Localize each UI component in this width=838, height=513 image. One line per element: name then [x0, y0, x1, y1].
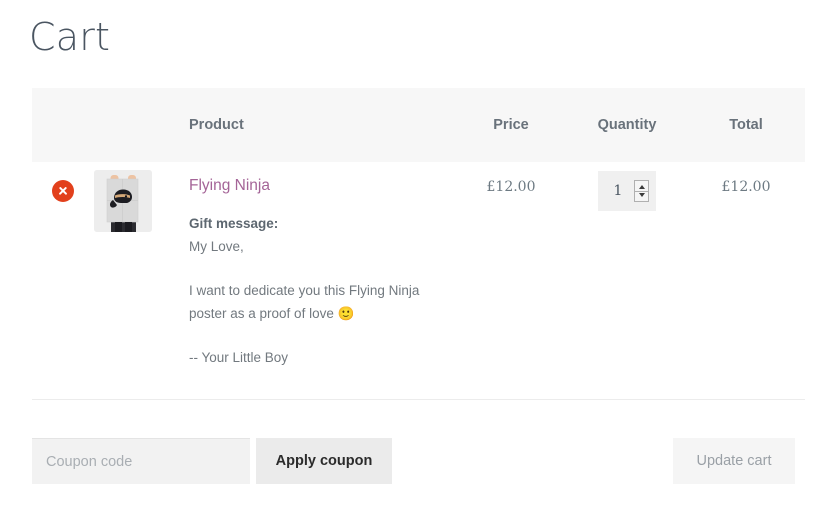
- page-title: Cart: [29, 15, 111, 59]
- flying-ninja-poster-icon: [94, 170, 152, 232]
- quantity-stepper[interactable]: [598, 171, 656, 211]
- cart-table: Product Price Quantity Total Flying Ninj…: [32, 88, 805, 400]
- column-header-thumbnail: [94, 88, 187, 162]
- quantity-decrement-icon[interactable]: [638, 193, 645, 197]
- cart-table-body: Flying Ninja Gift message: My Love, I wa…: [32, 162, 805, 400]
- column-header-price: Price: [455, 88, 567, 162]
- cell-product: Flying Ninja Gift message: My Love, I wa…: [187, 162, 455, 400]
- gift-message-line-1: My Love,: [189, 239, 244, 254]
- column-header-product: Product: [187, 88, 455, 162]
- update-cart-button[interactable]: Update cart: [673, 438, 795, 484]
- cell-price: £12.00: [455, 162, 567, 400]
- cell-quantity: [567, 162, 687, 400]
- gift-message-line-2: I want to dedicate you this Flying Ninja: [189, 283, 420, 298]
- quantity-increment-icon[interactable]: [638, 185, 645, 189]
- cart-table-header: Product Price Quantity Total: [32, 88, 805, 162]
- column-header-total: Total: [687, 88, 805, 162]
- remove-item-icon[interactable]: [52, 180, 74, 202]
- cart-item-row: Flying Ninja Gift message: My Love, I wa…: [32, 162, 805, 400]
- quantity-spinner-buttons[interactable]: [634, 180, 649, 202]
- coupon-code-input[interactable]: [32, 438, 250, 484]
- cell-remove: [32, 162, 94, 400]
- column-header-remove: [32, 88, 94, 162]
- product-thumbnail-image[interactable]: [94, 170, 152, 232]
- cart-actions-row: Apply coupon Update cart: [32, 438, 805, 484]
- gift-message-label: Gift message:: [189, 216, 279, 231]
- quantity-input[interactable]: [598, 171, 638, 211]
- apply-coupon-button[interactable]: Apply coupon: [256, 438, 392, 484]
- gift-message-spacer-1: [189, 258, 455, 279]
- cart-header-row: Product Price Quantity Total: [32, 88, 805, 162]
- gift-message-line-3: poster as a proof of love 🙂: [189, 306, 355, 321]
- quantity-spinner-divider: [635, 191, 648, 192]
- gift-message-spacer-2: [189, 325, 455, 346]
- cart-page: Cart Product Price Quantity Total Flying…: [0, 0, 838, 513]
- cell-total: £12.00: [687, 162, 805, 400]
- cell-thumbnail: [94, 162, 187, 400]
- product-name-link[interactable]: Flying Ninja: [189, 176, 455, 195]
- column-header-quantity: Quantity: [567, 88, 687, 162]
- gift-message-line-4: -- Your Little Boy: [189, 350, 289, 365]
